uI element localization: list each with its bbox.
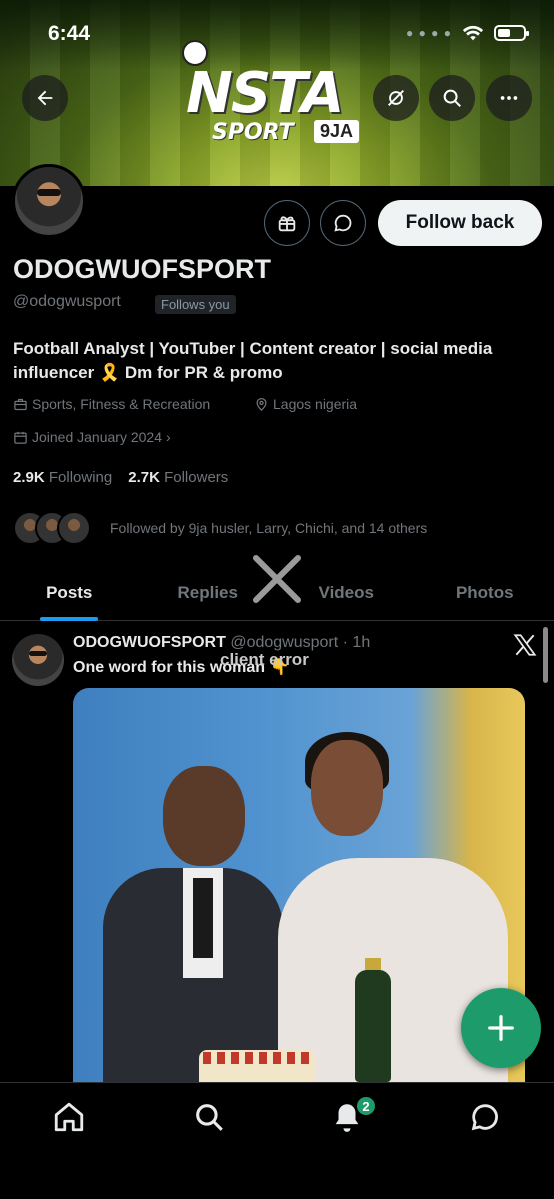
followed-by-avatars[interactable] <box>13 511 91 545</box>
post-author-handle[interactable]: @odogwusport <box>230 634 338 651</box>
tab-posts[interactable]: Posts <box>0 565 139 621</box>
home-icon <box>54 1102 84 1132</box>
joined-label: Joined January 2024 <box>32 429 162 445</box>
logo-text-insta: NSTA <box>186 61 344 126</box>
following-count: 2.9K <box>13 469 45 486</box>
followed-by-text[interactable]: Followed by 9ja husler, Larry, Chichi, a… <box>110 520 427 536</box>
profile-avatar[interactable] <box>12 164 86 238</box>
notifications-badge: 2 <box>355 1095 377 1117</box>
arrow-left-icon <box>37 90 53 106</box>
following-label: Following <box>48 469 113 486</box>
followers-link[interactable]: 2.7K Followers <box>128 469 228 486</box>
scrollbar[interactable] <box>543 627 548 683</box>
wifi-icon <box>462 25 484 41</box>
post-author-avatar[interactable] <box>12 634 64 686</box>
follow-back-button[interactable]: Follow back <box>378 200 542 246</box>
post-author-name[interactable]: ODOGWUOFSPORT <box>73 634 226 651</box>
image-bottle <box>355 970 391 1082</box>
bottom-navigation: 2 <box>0 1082 554 1199</box>
more-options-button[interactable] <box>486 75 532 121</box>
gift-button[interactable] <box>264 200 310 246</box>
follows-you-badge: Follows you <box>155 295 236 314</box>
nav-home[interactable] <box>52 1100 86 1134</box>
location-label: Lagos nigeria <box>273 396 358 412</box>
profile-bio: Football Analyst | YouTuber | Content cr… <box>13 339 493 382</box>
nav-messages[interactable] <box>468 1100 502 1134</box>
profile-display-name: ODOGWUOFSPORT <box>13 254 271 284</box>
grok-button[interactable] <box>373 75 419 121</box>
tab-photos[interactable]: Photos <box>416 565 554 620</box>
logo-text-9ja: 9JA <box>314 120 360 143</box>
briefcase-icon <box>14 398 27 410</box>
category-label: Sports, Fitness & Recreation <box>32 396 211 412</box>
message-bubble-icon <box>471 1104 498 1131</box>
gift-icon <box>278 216 296 232</box>
status-icons: ● ● ● ● <box>406 24 529 42</box>
search-icon <box>443 89 461 107</box>
location-pin-icon <box>256 397 267 411</box>
image-bride-head <box>311 740 383 836</box>
status-time: 6:44 <box>48 22 91 45</box>
follow-stats: 2.9K Following 2.7K Followers <box>13 469 228 486</box>
image-tie <box>193 878 213 958</box>
chevron-right-icon: › <box>166 429 171 445</box>
avatar-sunglasses <box>29 651 47 656</box>
message-bubble-icon <box>334 214 352 232</box>
search-button[interactable] <box>429 75 475 121</box>
battery-icon <box>494 25 529 41</box>
signal-icon: ● ● ● ● <box>406 26 452 40</box>
logo-text-sport: SPORT <box>212 120 294 145</box>
following-link[interactable]: 2.9K Following <box>13 469 112 486</box>
avatar-sunglasses <box>37 189 61 196</box>
profile-location: Lagos nigeria <box>254 396 357 412</box>
profile-handle: @odogwusport <box>13 293 121 310</box>
client-error-overlay: client error <box>220 650 309 669</box>
search-icon <box>196 1104 223 1131</box>
grok-icon <box>388 90 404 106</box>
image-cake-decoration <box>203 1052 311 1064</box>
calendar-icon <box>14 431 27 444</box>
post-image[interactable] <box>73 688 525 1082</box>
image-groom-head <box>163 766 245 866</box>
plus-icon <box>488 1015 514 1041</box>
followers-count: 2.7K <box>128 469 160 486</box>
profile-category: Sports, Fitness & Recreation <box>13 396 210 412</box>
nav-search[interactable] <box>192 1100 226 1134</box>
post-time: · 1h <box>342 634 371 651</box>
compose-button[interactable] <box>461 988 541 1068</box>
followers-label: Followers <box>164 469 229 486</box>
message-button[interactable] <box>320 200 366 246</box>
insta-sport-logo: NSTA SPORT 9JA <box>182 40 382 150</box>
profile-joined[interactable]: Joined January 2024 › <box>13 429 171 445</box>
follower-avatar <box>57 511 91 545</box>
back-button[interactable] <box>22 75 68 121</box>
close-overlay-icon[interactable] <box>250 552 304 606</box>
more-dots-icon <box>500 96 518 100</box>
x-logo-icon[interactable] <box>512 632 538 658</box>
